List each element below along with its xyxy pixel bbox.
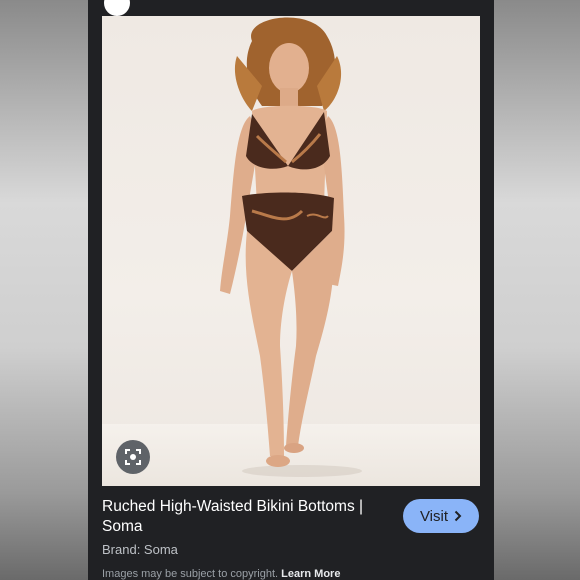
blurred-backdrop-left	[0, 0, 88, 580]
copyright-text: Images may be subject to copyright.	[102, 568, 279, 580]
visit-label: Visit	[419, 507, 449, 525]
product-image[interactable]	[102, 16, 480, 486]
model-figure	[220, 17, 362, 477]
blurred-backdrop-right	[494, 0, 580, 580]
lens-search-icon	[125, 449, 141, 465]
lens-search-button[interactable]	[116, 440, 150, 474]
result-title[interactable]: Ruched High-Waisted Bikini Bottoms | Som…	[102, 497, 372, 537]
brand-label: Brand: Soma	[102, 542, 178, 557]
learn-more-link[interactable]: Learn More	[281, 568, 340, 580]
image-preview-panel: Ruched High-Waisted Bikini Bottoms | Som…	[88, 0, 494, 580]
source-avatar[interactable]	[104, 0, 130, 16]
top-bar	[88, 0, 494, 16]
copyright-notice: Images may be subject to copyright. Lear…	[102, 568, 340, 580]
visit-button[interactable]: Visit	[403, 499, 479, 533]
chevron-right-icon	[454, 510, 462, 522]
